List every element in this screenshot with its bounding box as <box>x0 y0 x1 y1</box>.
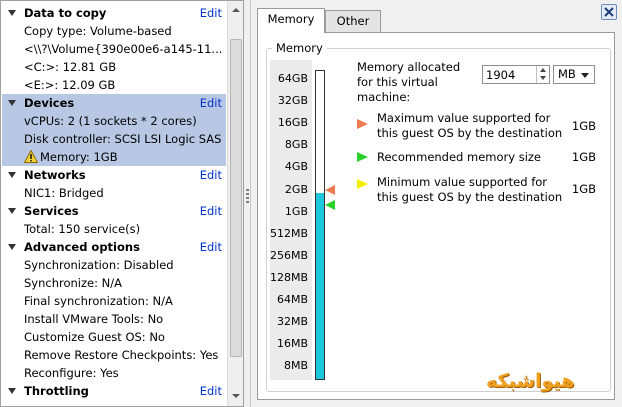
edit-link[interactable]: Edit <box>200 94 222 112</box>
row: Final synchronization: N/A <box>24 294 173 308</box>
recommended-marker-icon <box>325 199 335 210</box>
scale-label: 4GB <box>284 160 308 174</box>
edit-link[interactable]: Edit <box>200 4 222 22</box>
section-header[interactable]: Devices Edit <box>2 94 226 112</box>
scale-label: 128MB <box>269 270 308 284</box>
edit-link[interactable]: Edit <box>200 238 222 256</box>
row: <E:>: 12.09 GB <box>24 78 116 92</box>
allocated-memory-label: Memory allocated for this virtual machin… <box>357 60 461 104</box>
edit-link[interactable]: Edit <box>200 166 222 184</box>
row: Disk controller: SCSI LSI Logic SAS <box>24 132 222 146</box>
scale-label: 16GB <box>277 116 308 130</box>
scroll-down-icon[interactable] <box>228 387 243 404</box>
row: <C:>: 12.81 GB <box>24 60 117 74</box>
max-marker-icon <box>325 184 335 195</box>
memory-level-fill <box>316 192 324 379</box>
max-legend-value: 1GB <box>571 119 596 133</box>
scale-label: 16MB <box>276 337 308 351</box>
chevron-down-icon[interactable] <box>581 73 589 78</box>
scroll-thumb[interactable] <box>230 39 242 357</box>
section-services: Services Edit Total: 150 service(s) <box>2 202 226 238</box>
row: Synchronize: N/A <box>24 276 122 290</box>
row: Install VMware Tools: No <box>24 312 164 326</box>
scale-label: 512MB <box>269 226 308 240</box>
scale-label: 1GB <box>284 204 308 218</box>
recommended-legend-icon <box>357 152 368 162</box>
row: NIC1: Bridged <box>24 186 104 200</box>
section-title: Throttling <box>24 384 89 398</box>
section-header[interactable]: Services Edit <box>2 202 226 220</box>
scale-label: 32MB <box>276 315 308 329</box>
group-title: Memory <box>272 41 327 55</box>
collapse-triangle-icon[interactable] <box>8 100 16 106</box>
min-legend-text: Minimum value supported for this guest O… <box>377 175 563 204</box>
min-legend-icon <box>357 179 368 189</box>
row: Remove Restore Checkpoints: Yes <box>24 348 219 362</box>
scale-label: 8MB <box>283 359 308 373</box>
section-title: Networks <box>24 168 86 182</box>
section-header[interactable]: Throttling Edit <box>2 382 226 400</box>
warning-triangle-icon <box>24 150 38 163</box>
scale-label: 8GB <box>284 138 308 152</box>
row: Total: 150 service(s) <box>24 222 141 236</box>
row: Synchronization: Disabled <box>24 258 174 272</box>
memory-slider-bar[interactable] <box>315 70 325 380</box>
row-text: Memory: 1GB <box>40 150 118 164</box>
spin-up-icon[interactable] <box>537 66 549 74</box>
row: Reconfigure: Yes <box>24 366 119 380</box>
section-throttling: Throttling Edit <box>2 382 226 400</box>
row: Copy type: Volume-based <box>24 24 172 38</box>
scroll-up-icon[interactable] <box>228 1 243 18</box>
unit-select[interactable]: MB <box>553 65 595 84</box>
collapse-triangle-icon[interactable] <box>8 244 16 250</box>
section-advanced-options: Advanced options Edit Synchronization: D… <box>2 238 226 382</box>
edit-link[interactable]: Edit <box>200 382 222 400</box>
section-devices: Devices Edit vCPUs: 2 (1 sockets * 2 cor… <box>2 94 226 166</box>
memory-scale: 64GB 32GB 16GB 8GB 4GB 2GB 1GB 512MB 256MB 128MB 6… <box>270 60 312 380</box>
scale-label: 32GB <box>277 94 308 108</box>
tab-other[interactable]: Other <box>325 10 381 32</box>
collapse-triangle-icon[interactable] <box>8 208 16 214</box>
collapse-triangle-icon[interactable] <box>8 388 16 394</box>
section-header[interactable]: Advanced options Edit <box>2 238 226 256</box>
section-title: Devices <box>24 96 75 110</box>
vertical-scrollbar[interactable] <box>227 1 243 406</box>
max-legend-icon <box>357 119 368 129</box>
section-title: Data to copy <box>24 6 107 20</box>
row: vCPUs: 2 (1 sockets * 2 cores) <box>24 114 197 128</box>
edit-link[interactable]: Edit <box>200 202 222 220</box>
section-header[interactable]: Data to copy Edit <box>2 4 226 22</box>
max-legend-text: Maximum value supported for this guest O… <box>377 111 563 140</box>
row: <\\?\Volume{390e00e6-a145-11... <box>24 42 223 56</box>
section-networks: Networks Edit NIC1: Bridged <box>2 166 226 202</box>
close-icon[interactable] <box>601 4 617 20</box>
row: Customize Guest OS: No <box>24 330 165 344</box>
scale-label: 64MB <box>276 293 308 306</box>
scale-label: 64GB <box>277 72 308 85</box>
min-legend-value: 1GB <box>571 182 596 196</box>
section-data-to-copy: Data to copy Edit Copy type: Volume-base… <box>2 4 226 94</box>
section-header[interactable]: Networks Edit <box>2 166 226 184</box>
recommended-legend-text: Recommended memory size <box>377 150 542 164</box>
recommended-legend-value: 1GB <box>571 150 596 164</box>
scale-label: 256MB <box>269 248 308 262</box>
unit-value: MB <box>558 67 576 81</box>
memory-spinner[interactable] <box>536 66 549 83</box>
collapse-triangle-icon[interactable] <box>8 172 16 178</box>
section-title: Advanced options <box>24 240 140 254</box>
scale-label: 2GB <box>284 182 308 196</box>
row-memory: Memory: 1GB <box>2 148 226 166</box>
collapse-triangle-icon[interactable] <box>8 10 16 16</box>
splitter-grip[interactable] <box>246 189 249 205</box>
spin-down-icon[interactable] <box>537 74 549 82</box>
tab-memory[interactable]: Memory <box>257 8 325 33</box>
summary-panel: Data to copy Edit Copy type: Volume-base… <box>0 0 244 407</box>
section-title: Services <box>24 204 79 218</box>
watermark-logo: هیواشبکه <box>486 370 575 392</box>
